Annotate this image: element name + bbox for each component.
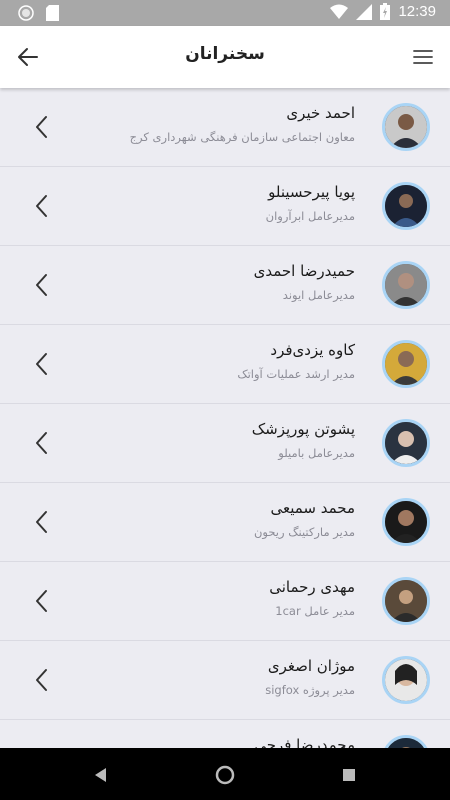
speaker-role: معاون اجتماعی سازمان فرهنگی شهرداری کرج <box>129 130 355 144</box>
app-bar: سخنرانان <box>0 26 450 88</box>
list-item[interactable]: محمدرضا فرجی <box>0 720 450 748</box>
avatar <box>382 340 430 388</box>
speaker-role: مدیرعامل ابرآروان <box>265 209 355 223</box>
avatar <box>382 419 430 467</box>
speaker-name: محمدرضا فرجی <box>254 736 355 748</box>
speaker-name: پشوتن پورپزشک <box>251 420 355 438</box>
chevron-left-icon <box>36 590 47 612</box>
speaker-name: کاوه یزدی‌فرد <box>270 341 355 359</box>
back-triangle-icon[interactable] <box>90 764 112 786</box>
system-nav-bar <box>0 748 450 800</box>
status-time: 12:39 <box>398 3 436 20</box>
speaker-name: موژان اصغری <box>267 657 355 675</box>
list-item[interactable]: مهدی رحمانی مدیر عامل 1car <box>0 562 450 641</box>
chevron-left-icon <box>36 116 47 138</box>
cellular-signal-icon <box>356 3 373 20</box>
chevron-left-icon <box>36 669 47 691</box>
sd-card-icon <box>46 5 59 21</box>
list-item[interactable]: پشوتن پورپزشک مدیرعامل بامیلو <box>0 404 450 483</box>
chevron-left-icon <box>36 511 47 533</box>
wifi-icon <box>330 4 349 19</box>
chevron-left-icon <box>36 432 47 454</box>
list-item[interactable]: پویا پیرحسینلو مدیرعامل ابرآروان <box>0 167 450 246</box>
list-item[interactable]: محمد سمیعی مدیر مارکتینگ ریحون <box>0 483 450 562</box>
speaker-role: مدیر پروژه sigfox <box>265 683 355 697</box>
status-bar: 12:39 <box>0 0 450 26</box>
speaker-name: محمد سمیعی <box>270 499 355 517</box>
avatar <box>382 103 430 151</box>
cast-icon <box>18 5 34 21</box>
speaker-name: مهدی رحمانی <box>269 578 355 596</box>
avatar <box>382 182 430 230</box>
avatar <box>382 656 430 704</box>
speaker-role: مدیر مارکتینگ ریحون <box>253 525 355 539</box>
speaker-name: حمیدرضا احمدی <box>253 262 355 280</box>
list-item[interactable]: موژان اصغری مدیر پروژه sigfox <box>0 641 450 720</box>
chevron-left-icon <box>36 353 47 375</box>
avatar <box>382 577 430 625</box>
speaker-role: مدیرعامل ایوند <box>282 288 355 302</box>
speaker-role: مدیر ارشد عملیات آواتک <box>237 367 355 381</box>
speaker-name: احمد خیری <box>286 104 355 122</box>
list-item[interactable]: کاوه یزدی‌فرد مدیر ارشد عملیات آواتک <box>0 325 450 404</box>
page-title: سخنرانان <box>185 44 265 64</box>
speaker-role: مدیر عامل 1car <box>275 604 355 618</box>
list-item[interactable]: حمیدرضا احمدی مدیرعامل ایوند <box>0 246 450 325</box>
avatar <box>382 735 430 748</box>
chevron-left-icon <box>36 274 47 296</box>
avatar <box>382 498 430 546</box>
speakers-list[interactable]: احمد خیری معاون اجتماعی سازمان فرهنگی شه… <box>0 88 450 748</box>
recents-square-icon[interactable] <box>338 764 360 786</box>
chevron-left-icon <box>36 195 47 217</box>
avatar <box>382 261 430 309</box>
home-circle-icon[interactable] <box>214 764 236 786</box>
speaker-role: مدیرعامل بامیلو <box>278 446 355 460</box>
hamburger-menu-icon[interactable] <box>412 46 434 68</box>
speaker-name: پویا پیرحسینلو <box>268 183 355 201</box>
list-item[interactable]: احمد خیری معاون اجتماعی سازمان فرهنگی شه… <box>0 88 450 167</box>
battery-charging-icon <box>380 3 391 20</box>
